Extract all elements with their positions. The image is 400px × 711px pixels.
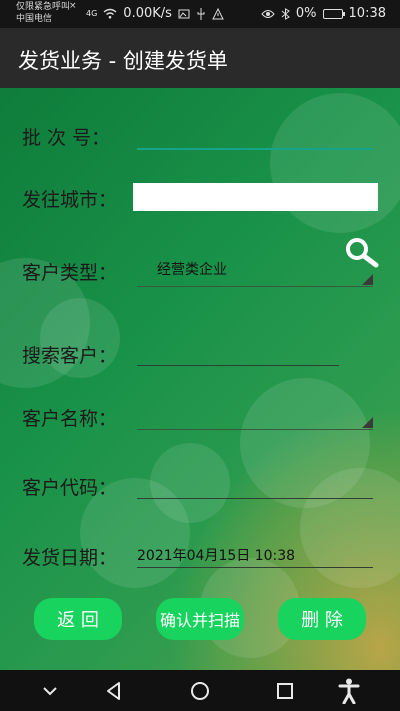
signal-type-label: 4G	[86, 9, 98, 18]
notification-close-icon[interactable]: ×	[69, 1, 77, 11]
chevron-down-icon	[362, 417, 373, 428]
search-icon[interactable]	[344, 236, 380, 268]
warning-icon	[212, 7, 224, 19]
customer-name-select[interactable]	[137, 398, 373, 430]
app-title-bar: 发货业务 - 创建发货单	[0, 28, 400, 88]
destination-city-input[interactable]	[133, 183, 378, 211]
ship-date-underline	[137, 567, 373, 568]
search-customer-input[interactable]	[137, 336, 339, 366]
image-notification-icon	[178, 9, 190, 18]
batch-number-input[interactable]	[137, 120, 373, 150]
system-nav-bar	[0, 670, 400, 711]
ship-date-field[interactable]: 2021年04月15日 10:38	[0, 545, 400, 569]
usb-icon	[197, 7, 205, 20]
ship-date-value: 2021年04月15日 10:38	[137, 548, 296, 564]
decorative-bokeh	[270, 93, 400, 233]
home-nav-icon[interactable]	[189, 680, 211, 702]
customer-type-label: 客户类型：	[22, 262, 118, 284]
back-button[interactable]: 返 回	[34, 598, 122, 640]
chevron-down-icon	[362, 274, 373, 285]
delete-button[interactable]: 删 除	[278, 598, 366, 640]
carrier-line-2: 中国电信	[16, 14, 53, 24]
back-nav-icon[interactable]	[103, 680, 125, 702]
customer-name-label: 客户名称：	[22, 408, 118, 430]
confirm-scan-button[interactable]: 确认并扫描	[156, 598, 244, 640]
recents-nav-icon[interactable]	[274, 680, 296, 702]
customer-type-value: 经营类企业	[157, 262, 227, 278]
status-network: 4G 0.00K/s	[86, 6, 224, 21]
customer-code-input[interactable]	[137, 468, 373, 499]
battery-icon	[322, 8, 345, 19]
carrier-info: 仅限紧急呼叫 中国电信	[16, 1, 70, 25]
status-bar: 仅限紧急呼叫 中国电信 × 4G 0.00K/s 0% 10:38	[0, 0, 400, 28]
page-title: 发货业务 - 创建发货单	[18, 49, 228, 73]
eye-icon	[261, 9, 275, 18]
customer-type-select[interactable]: 经营类企业	[137, 255, 373, 287]
form-area: 批 次 号： 发往城市： 客户类型： 经营类企业 搜索客户： 客户名称： 客户代…	[0, 88, 400, 670]
carrier-line-1: 仅限紧急呼叫	[16, 2, 71, 12]
chevron-down-icon[interactable]	[39, 680, 61, 702]
search-customer-label: 搜索客户：	[22, 345, 118, 367]
bluetooth-icon	[281, 7, 290, 20]
batch-number-label: 批 次 号：	[22, 127, 111, 149]
destination-city-label: 发往城市：	[22, 189, 118, 211]
customer-code-label: 客户代码：	[22, 477, 118, 499]
wifi-icon	[103, 8, 117, 19]
accessibility-icon[interactable]	[338, 678, 360, 704]
battery-percent: 0%	[295, 6, 317, 21]
clock: 10:38	[348, 6, 386, 21]
network-speed: 0.00K/s	[123, 6, 172, 21]
status-system: 0% 10:38	[261, 6, 386, 21]
